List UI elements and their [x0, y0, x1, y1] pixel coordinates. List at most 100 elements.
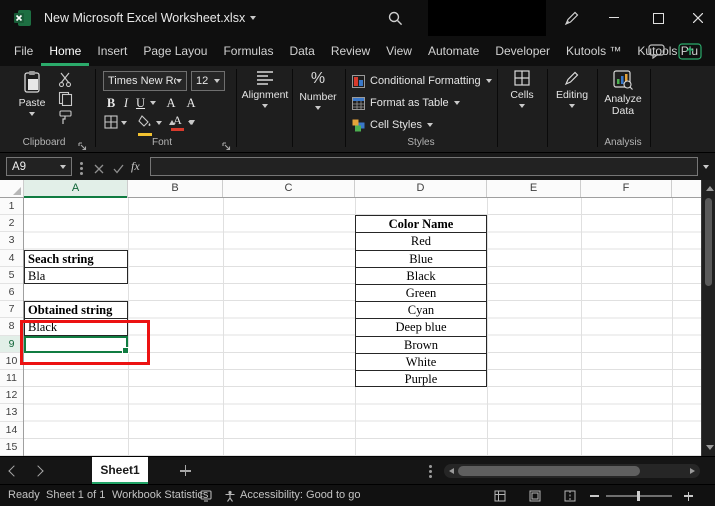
font-color-chevron-icon[interactable]: [188, 121, 194, 125]
format-as-table-button[interactable]: Format as Table: [352, 95, 460, 111]
underline-chevron-icon[interactable]: [150, 101, 156, 105]
cells-button[interactable]: Cells: [499, 70, 545, 132]
row-header-15[interactable]: 15: [0, 439, 23, 456]
row-header-9[interactable]: 9: [0, 336, 23, 353]
close-button[interactable]: [681, 0, 715, 36]
copy-button[interactable]: [58, 91, 73, 111]
font-color-button[interactable]: A: [171, 113, 184, 131]
underline-button[interactable]: U: [134, 94, 147, 112]
cell-D11[interactable]: Purple: [356, 371, 486, 388]
cell-D5[interactable]: Black: [356, 268, 486, 285]
row-header-6[interactable]: 6: [0, 284, 23, 301]
fill-color-button[interactable]: [138, 114, 152, 136]
column-header-F[interactable]: F: [581, 180, 672, 197]
cell-D10[interactable]: White: [356, 354, 486, 371]
alignment-button[interactable]: Alignment: [242, 70, 288, 132]
font-name-combo[interactable]: Times New Ro: [103, 71, 187, 91]
zoom-slider-thumb[interactable]: [637, 491, 640, 501]
insert-function-button[interactable]: fx: [131, 159, 140, 174]
scroll-up-icon[interactable]: [706, 186, 714, 191]
formula-bar-expand-icon[interactable]: [703, 165, 709, 169]
column-header-B[interactable]: B: [128, 180, 223, 197]
menu-tab-formulas[interactable]: Formulas: [215, 36, 281, 66]
shrink-font-button[interactable]: A: [184, 94, 198, 112]
row-header-11[interactable]: 11: [0, 370, 23, 387]
excel-app-icon[interactable]: [14, 9, 32, 32]
bold-button[interactable]: B: [104, 94, 118, 112]
row-header-5[interactable]: 5: [0, 267, 23, 284]
row-header-3[interactable]: 3: [0, 232, 23, 249]
confirm-entry-icon[interactable]: [113, 161, 124, 179]
sheet-nav-left-icon[interactable]: [8, 465, 19, 476]
minimize-button[interactable]: [597, 0, 631, 36]
menu-tab-help[interactable]: Help: [706, 36, 715, 66]
menu-tab-automate[interactable]: Automate: [420, 36, 487, 66]
page-layout-view-icon[interactable]: [529, 490, 541, 505]
row-header-7[interactable]: 7: [0, 301, 23, 318]
zoom-in-button[interactable]: [684, 491, 694, 501]
search-icon[interactable]: [388, 11, 403, 31]
grow-font-button[interactable]: A: [164, 94, 178, 112]
cell-A7[interactable]: Obtained string: [25, 302, 127, 319]
accessibility-icon[interactable]: [224, 490, 236, 505]
tabbar-overflow-icon[interactable]: [429, 465, 432, 478]
row-header-2[interactable]: 2: [0, 215, 23, 232]
formula-input[interactable]: [150, 157, 698, 176]
number-button[interactable]: % Number: [295, 70, 341, 132]
column-header-C[interactable]: C: [223, 180, 355, 197]
vertical-scroll-thumb[interactable]: [705, 198, 712, 286]
format-painter-button[interactable]: [58, 110, 73, 130]
menu-tab-view[interactable]: View: [378, 36, 420, 66]
menu-tab-kutools[interactable]: Kutools ™: [558, 36, 629, 66]
selected-cell-A9[interactable]: [24, 336, 128, 353]
menu-tab-review[interactable]: Review: [323, 36, 378, 66]
sheet-nav-right-icon[interactable]: [32, 465, 43, 476]
title-chevron-down-icon[interactable]: [250, 16, 256, 20]
cell-D8[interactable]: Deep blue: [356, 319, 486, 336]
cell-styles-button[interactable]: Cell Styles: [352, 117, 433, 133]
cell-D2[interactable]: Color Name: [356, 216, 486, 233]
redacted-account-area[interactable]: [428, 0, 546, 36]
name-box[interactable]: A9: [6, 157, 72, 176]
menu-tab-developer[interactable]: Developer: [487, 36, 558, 66]
page-break-view-icon[interactable]: [564, 490, 576, 505]
menu-tab-page-layout[interactable]: Page Layou: [135, 36, 215, 66]
zoom-out-button[interactable]: [590, 495, 599, 497]
cell-D7[interactable]: Cyan: [356, 302, 486, 319]
comment-icon[interactable]: [648, 44, 666, 64]
worksheet-grid[interactable]: Seach string Bla Obtained string Black C…: [24, 198, 701, 456]
cell-D9[interactable]: Brown: [356, 337, 486, 354]
menu-tab-file[interactable]: File: [6, 36, 41, 66]
borders-button[interactable]: [104, 115, 118, 134]
menu-tab-data[interactable]: Data: [281, 36, 322, 66]
italic-button[interactable]: I: [120, 94, 132, 112]
vertical-scrollbar[interactable]: [701, 180, 715, 456]
status-accessibility[interactable]: Accessibility: Good to go: [240, 489, 360, 501]
horizontal-scroll-thumb[interactable]: [458, 466, 640, 476]
conditional-formatting-button[interactable]: Conditional Formatting: [352, 73, 492, 89]
row-header-12[interactable]: 12: [0, 387, 23, 404]
row-header-10[interactable]: 10: [0, 353, 23, 370]
font-size-combo[interactable]: 12: [191, 71, 225, 91]
scroll-right-icon[interactable]: [690, 468, 695, 474]
borders-chevron-icon[interactable]: [121, 121, 127, 125]
normal-view-icon[interactable]: [494, 490, 506, 505]
add-sheet-button[interactable]: [180, 465, 192, 477]
tab-sheet1[interactable]: Sheet1: [92, 457, 148, 484]
cancel-entry-icon[interactable]: [94, 161, 104, 179]
cell-A5[interactable]: Bla: [25, 268, 127, 285]
row-header-4[interactable]: 4: [0, 250, 23, 267]
analyze-data-button[interactable]: Analyze Data: [598, 70, 648, 132]
share-icon[interactable]: [678, 43, 702, 65]
fill-handle[interactable]: [122, 347, 129, 354]
column-header-A[interactable]: A: [24, 180, 128, 198]
cell-D3[interactable]: Red: [356, 233, 486, 250]
row-header-1[interactable]: 1: [0, 198, 23, 215]
select-all-corner[interactable]: [0, 180, 24, 197]
paste-button[interactable]: Paste: [10, 70, 54, 132]
zoom-slider[interactable]: [606, 495, 672, 497]
cell-A8[interactable]: Black: [25, 319, 127, 336]
column-header-E[interactable]: E: [487, 180, 581, 197]
cell-D4[interactable]: Blue: [356, 251, 486, 268]
horizontal-scrollbar[interactable]: [444, 464, 700, 478]
